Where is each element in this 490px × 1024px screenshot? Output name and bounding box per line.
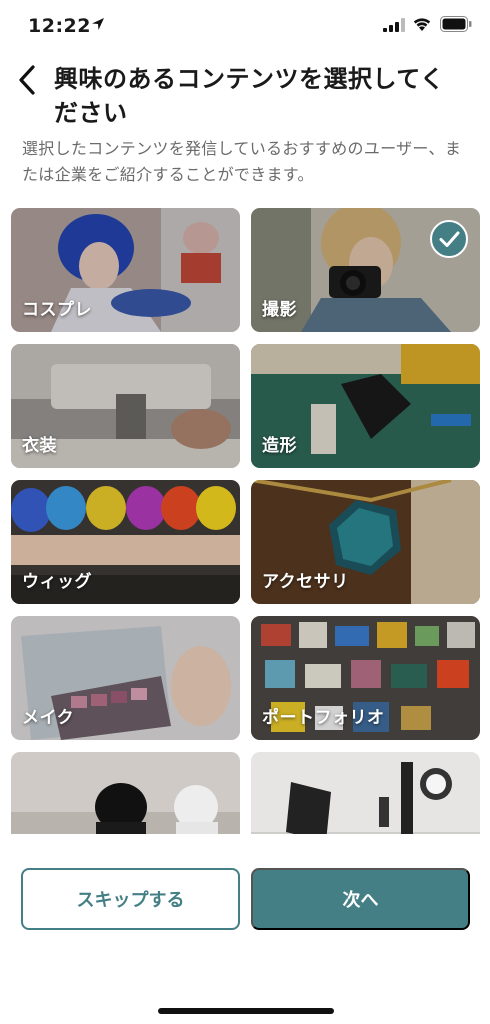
next-button[interactable]: 次へ [251,868,470,930]
category-label: ポートフォリオ [262,708,385,728]
category-tile-modeling[interactable]: 造形 [251,344,480,468]
back-button[interactable] [10,58,46,102]
battery-icon [440,16,472,32]
page-title: 興味のあるコンテンツを選択してください [54,65,445,127]
category-label: アクセサリ [262,572,349,592]
category-label: 衣装 [22,436,57,456]
location-arrow-icon [92,18,104,30]
category-tile-9[interactable] [11,752,240,834]
status-time: 12:22 [28,15,91,37]
category-label: 撮影 [262,300,297,320]
selected-check-icon [430,220,468,258]
category-label: メイク [22,708,75,728]
category-tile-accessory[interactable]: アクセサリ [251,480,480,604]
cellular-signal-icon [383,18,405,32]
wifi-icon [413,18,431,31]
category-label: ウィッグ [22,572,92,592]
category-tile-10[interactable] [251,752,480,834]
category-tile-portfolio[interactable]: ポートフォリオ [251,616,480,740]
home-indicator[interactable] [158,1008,334,1014]
category-tile-photography[interactable]: 撮影 [251,208,480,332]
category-tile-cosplay[interactable]: コスプレ [11,208,240,332]
category-label: 造形 [262,436,297,456]
status-bar: 12:22 [0,0,490,54]
page-description: 選択したコンテンツを発信しているおすすめのユーザー、または企業をご紹介することが… [22,139,462,184]
category-label: コスプレ [22,300,92,320]
skip-button[interactable]: スキップする [21,868,240,930]
category-tile-makeup[interactable]: メイク [11,616,240,740]
chevron-left-icon [19,65,35,95]
category-photo [251,752,480,834]
category-tile-wig[interactable]: ウィッグ [11,480,240,604]
category-tile-costume[interactable]: 衣装 [11,344,240,468]
category-photo [11,752,240,834]
category-grid[interactable]: コスプレ 撮影 衣装 造形 ウィッグ アクセサリ メイク ポートフォリオ [0,208,490,834]
